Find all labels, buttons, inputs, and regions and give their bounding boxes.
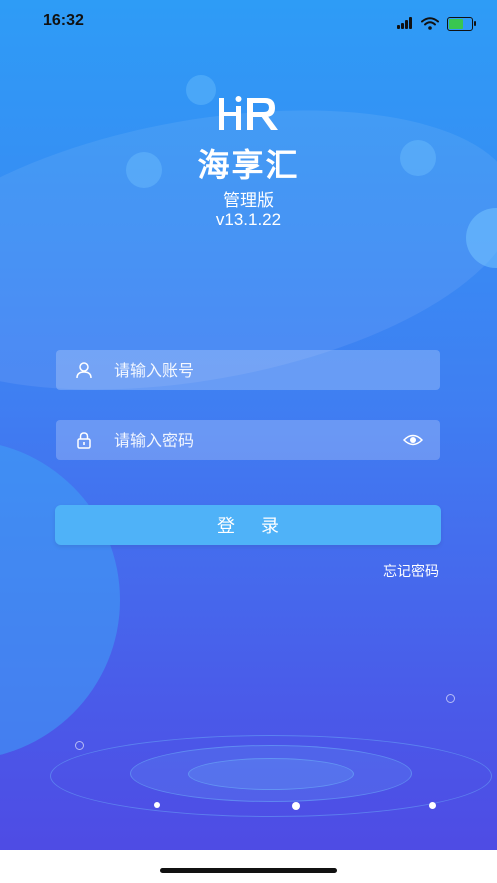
lock-icon (74, 430, 94, 450)
decor-bubble (186, 75, 216, 105)
status-icons (397, 14, 476, 33)
login-screen: 16:32 海享汇 管理版 v13.1.22 请输入账号 登录 忘记密码 (0, 0, 497, 883)
login-button[interactable]: 登录 (55, 505, 441, 545)
version-label: v13.1.22 (215, 210, 282, 229)
forgot-password-link[interactable]: 忘记密码 (383, 561, 439, 581)
wifi-icon (421, 17, 439, 30)
decor-ring (188, 758, 354, 790)
home-indicator[interactable] (160, 868, 337, 873)
decor-dot (446, 694, 455, 703)
background-circle (0, 440, 120, 760)
hr-logo-icon (219, 96, 278, 130)
app-name: 海享汇 (197, 146, 300, 184)
status-time: 16:32 (43, 12, 84, 29)
decor-dot (292, 802, 300, 810)
password-field[interactable] (56, 420, 440, 460)
home-bar-area (0, 850, 497, 883)
decor-dot (154, 802, 160, 808)
status-bar: 16:32 (0, 0, 497, 44)
decor-dot (75, 741, 84, 750)
account-field[interactable] (56, 350, 440, 390)
password-input[interactable] (112, 429, 402, 451)
user-icon (74, 360, 94, 380)
signal-icon (397, 14, 413, 33)
battery-icon (447, 16, 476, 31)
edition-label: 管理版 (223, 191, 274, 211)
account-input[interactable] (112, 359, 440, 381)
decor-dot (429, 802, 436, 809)
eye-icon[interactable] (402, 429, 424, 451)
